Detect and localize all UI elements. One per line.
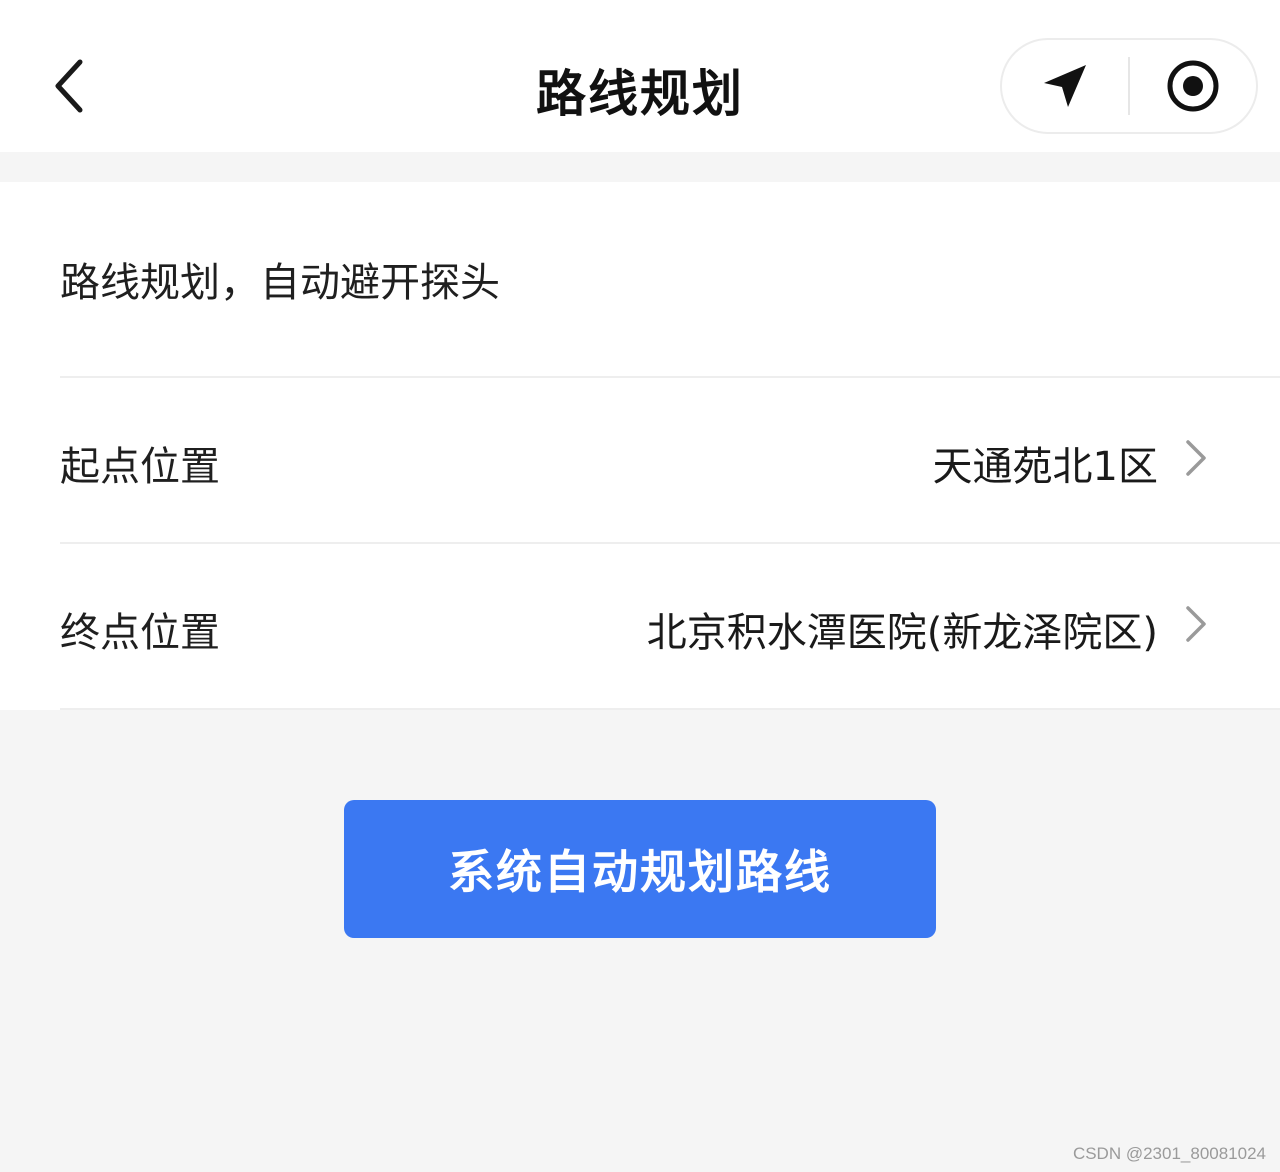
watermark: CSDN @2301_80081024 (1072, 1144, 1266, 1163)
start-location-label: 起点位置 (60, 444, 220, 490)
location-button[interactable] (1002, 40, 1128, 132)
end-location-value: 北京积水潭医院(新龙泽院区) (646, 610, 1158, 656)
start-location-value: 天通苑北1区 (932, 444, 1158, 490)
route-planning-page: 路线规划 路线规划，自动避开探头 起点位置 天通苑北1区 终点位置 北京积水潭医… (0, 0, 1280, 1172)
chevron-right-icon (1186, 440, 1206, 476)
start-location-row[interactable]: 起点位置 天通苑北1区 (60, 378, 1280, 542)
nav-bar: 路线规划 (0, 0, 1280, 152)
form-description: 路线规划，自动避开探头 (60, 260, 500, 306)
close-miniprogram-button[interactable] (1130, 40, 1256, 132)
chevron-right-icon (1186, 606, 1206, 642)
divider (60, 708, 1280, 710)
mini-program-capsule (1000, 38, 1258, 134)
route-form-card: 路线规划，自动避开探头 起点位置 天通苑北1区 终点位置 北京积水潭医院(新龙泽… (0, 182, 1280, 710)
navigation-arrow-icon (1044, 65, 1086, 107)
end-location-label: 终点位置 (60, 610, 220, 656)
end-location-row[interactable]: 终点位置 北京积水潭医院(新龙泽院区) (60, 544, 1280, 708)
auto-plan-route-button[interactable]: 系统自动规划路线 (344, 800, 936, 938)
target-circle-icon (1167, 60, 1219, 112)
back-button[interactable] (34, 48, 104, 124)
chevron-left-icon (55, 59, 83, 113)
